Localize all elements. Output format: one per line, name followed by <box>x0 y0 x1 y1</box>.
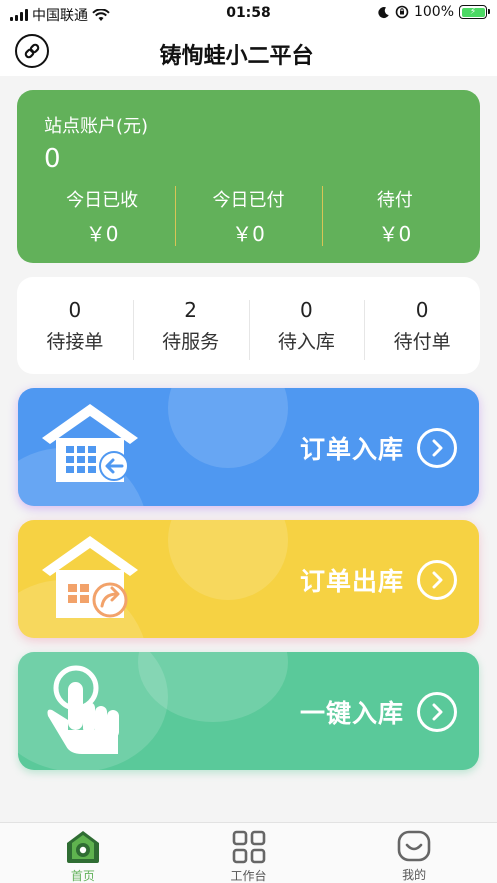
tab-label: 工作台 <box>230 869 267 883</box>
stat-value: ￥0 <box>232 222 265 246</box>
profile-icon <box>397 830 431 862</box>
chevron-right-icon <box>417 428 457 468</box>
stat-label: 今日已收 <box>66 190 139 211</box>
order-count: 0 <box>415 297 429 322</box>
order-label: 待接单 <box>46 330 104 353</box>
account-label: 站点账户(元) <box>44 116 149 137</box>
order-status-pending-payment[interactable]: 0 待付单 <box>364 297 480 360</box>
page-title: 铸恂蛙小二平台 <box>159 44 314 69</box>
tab-profile[interactable]: 我的 <box>331 823 497 883</box>
tab-home[interactable]: 首页 <box>0 823 166 883</box>
moon-icon <box>378 6 389 18</box>
tab-label: 首页 <box>70 869 95 883</box>
tab-bar: 首页 工作台 我的 <box>0 822 497 883</box>
chevron-right-icon <box>417 560 457 600</box>
stat-value: ￥0 <box>378 222 412 246</box>
battery-percent: 100% <box>413 4 454 20</box>
order-status-pending-storage[interactable]: 0 待入库 <box>248 297 365 360</box>
home-icon <box>66 831 99 863</box>
order-count: 0 <box>68 297 82 322</box>
account-balance: 0 <box>44 144 61 174</box>
warehouse-out-icon <box>42 536 138 618</box>
account-stats: 今日已收 ￥0 今日已付 ￥0 待付 ￥0 <box>29 186 468 246</box>
decor-bubble <box>168 520 288 600</box>
tab-label: 我的 <box>402 868 427 882</box>
account-card: 站点账户(元) 0 今日已收 ￥0 今日已付 ￥0 待付 ￥0 <box>17 90 480 263</box>
chevron-right-icon <box>417 692 457 732</box>
order-count: 2 <box>184 297 197 322</box>
status-right: 100% ⚡ <box>377 4 490 20</box>
tap-hand-icon <box>47 665 119 754</box>
order-label: 待付单 <box>393 330 451 353</box>
stat-value: ￥0 <box>85 222 119 246</box>
action-label: 订单入库 <box>299 435 404 464</box>
stat-pending-payment[interactable]: 待付 ￥0 <box>321 186 468 246</box>
stat-received-today[interactable]: 今日已收 ￥0 <box>29 186 175 246</box>
stat-label: 待付 <box>376 190 413 211</box>
stat-label: 今日已付 <box>212 190 285 211</box>
one-click-inbound-card[interactable]: 一键入库 <box>18 652 479 770</box>
warehouse-in-icon <box>42 404 138 482</box>
grid-icon <box>232 830 265 864</box>
nav-bar: 铸恂蛙小二平台 <box>0 28 497 76</box>
order-status-pending-service[interactable]: 2 待服务 <box>132 297 249 360</box>
status-bar: 中国联通 01:58 100% ⚡ <box>0 0 497 28</box>
order-label: 待入库 <box>277 330 335 353</box>
battery-icon: ⚡ <box>459 5 490 19</box>
order-label: 待服务 <box>162 330 220 353</box>
rotation-lock-icon <box>395 5 409 19</box>
tab-workbench[interactable]: 工作台 <box>166 823 332 883</box>
order-status-pending-accept[interactable]: 0 待接单 <box>17 298 133 354</box>
action-label: 订单出库 <box>299 567 404 596</box>
order-outbound-card[interactable]: 订单出库 <box>18 520 479 638</box>
orders-summary-card: 0 待接单 2 待服务 0 待入库 0 待付单 <box>17 277 480 374</box>
order-inbound-card[interactable]: 订单入库 <box>18 388 479 506</box>
order-count: 0 <box>300 297 313 322</box>
action-label: 一键入库 <box>299 699 404 728</box>
decor-bubble <box>168 388 288 468</box>
stat-paid-today[interactable]: 今日已付 ￥0 <box>175 186 321 246</box>
